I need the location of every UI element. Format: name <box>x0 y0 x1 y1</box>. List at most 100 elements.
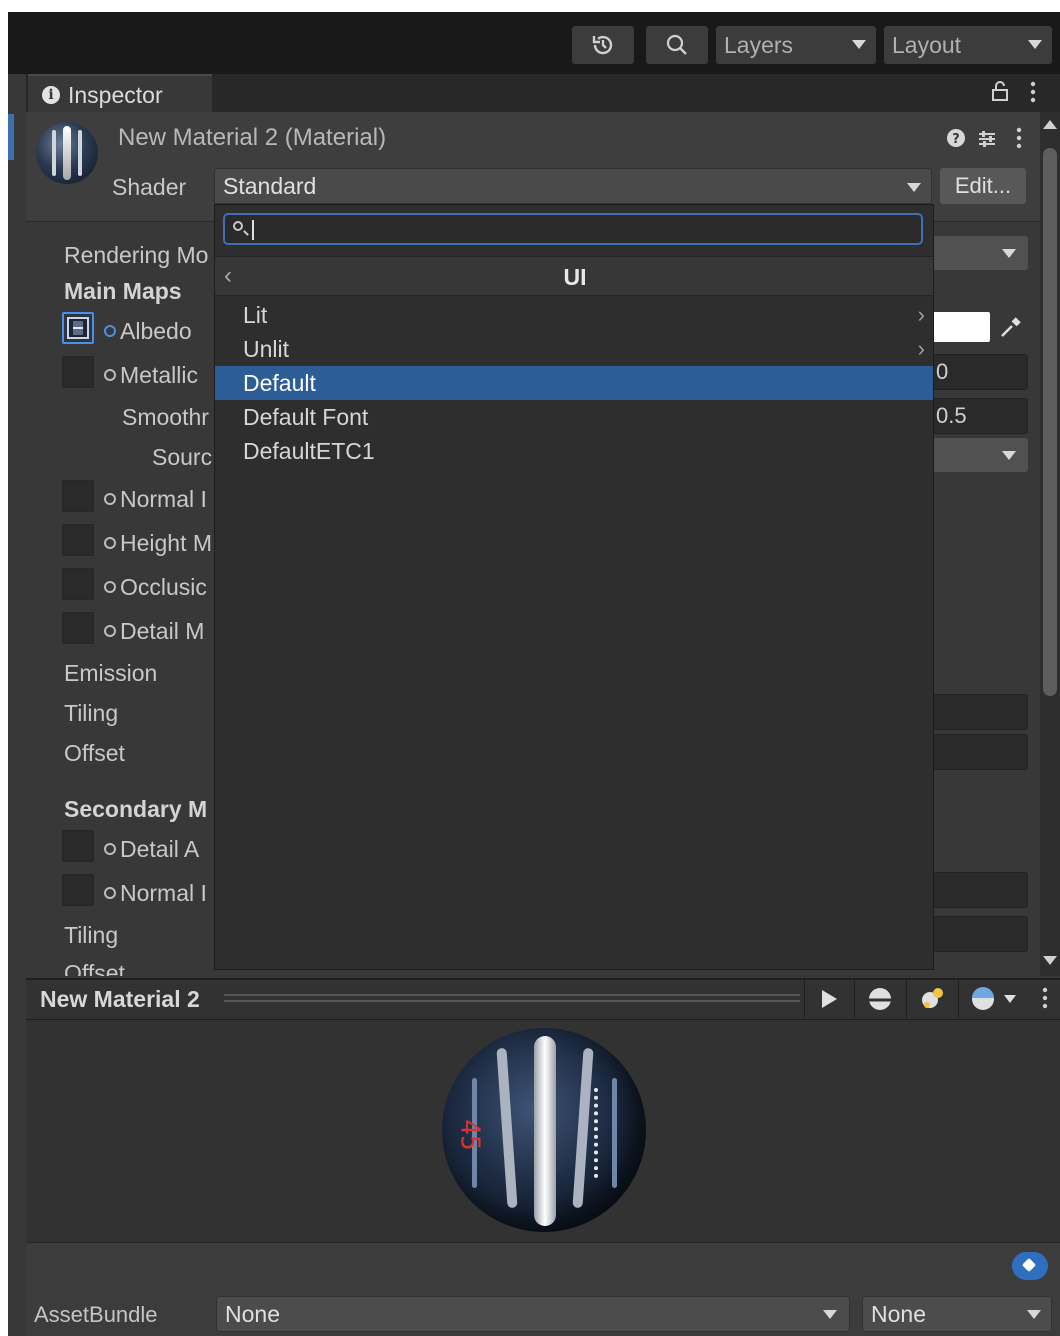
layers-dropdown[interactable]: Layers <box>716 26 876 64</box>
preview-background-dropdown[interactable] <box>964 984 1022 1014</box>
tab-inspector[interactable]: i Inspector <box>28 74 212 114</box>
secondary-normal-picker-icon[interactable] <box>104 887 116 899</box>
preview-mesh-button[interactable] <box>862 984 898 1014</box>
tag-icon[interactable] <box>1012 1252 1048 1280</box>
shader-search-input[interactable] <box>223 213 923 245</box>
smoothness-value-field[interactable]: 0.5 <box>932 398 1028 434</box>
detail-mask-text: Detail M <box>120 618 205 644</box>
offset-field[interactable] <box>932 734 1028 770</box>
preview-drag-handle[interactable] <box>224 994 800 1002</box>
normal-picker-icon[interactable] <box>104 493 116 505</box>
component-menu-icon[interactable] <box>1014 126 1024 156</box>
albedo-texture-slot[interactable] <box>62 312 94 344</box>
source-dropdown[interactable] <box>932 438 1028 472</box>
preview-light-button[interactable] <box>914 984 950 1014</box>
play-button[interactable] <box>812 984 846 1014</box>
assetbundle-dropdown[interactable]: None <box>216 1296 850 1332</box>
metallic-texture-slot[interactable] <box>62 356 94 388</box>
material-thumbnail <box>36 122 98 184</box>
sphere-icon <box>869 988 891 1010</box>
popup-item-defaultetc1[interactable]: DefaultETC1 <box>215 434 933 468</box>
assetbundle-label: AssetBundle <box>34 1302 158 1327</box>
secondary-normal-slot[interactable] <box>62 874 94 906</box>
secondary-normal-text: Normal I <box>120 880 207 906</box>
metallic-value-field[interactable]: 0 <box>932 354 1028 390</box>
popup-item-label: Default <box>243 369 316 396</box>
shader-dropdown[interactable]: Standard <box>214 168 932 204</box>
history-button[interactable] <box>572 26 634 64</box>
assetbundle-value: None <box>225 1300 280 1327</box>
offset-label: Offset <box>64 740 125 766</box>
eyedropper-icon[interactable] <box>998 314 1024 346</box>
assetbundle-variant-dropdown[interactable]: None <box>862 1296 1052 1332</box>
preview-separator <box>906 980 907 1018</box>
smoothness-label: Smoothr <box>122 404 209 430</box>
detail-mask-picker-icon[interactable] <box>104 625 116 637</box>
play-icon <box>822 990 837 1008</box>
svg-text:?: ? <box>952 132 960 147</box>
height-map-label: Height M <box>104 530 212 557</box>
presets-icon[interactable] <box>976 128 998 156</box>
albedo-picker-icon[interactable] <box>104 325 116 337</box>
detail-albedo-text: Detail A <box>120 836 200 862</box>
occlusion-picker-icon[interactable] <box>104 581 116 593</box>
normal-map-label: Normal I <box>104 486 207 513</box>
lights-icon <box>922 988 943 1008</box>
source-label: Sourc <box>152 444 213 470</box>
tiling-label: Tiling <box>64 700 119 726</box>
sky-sphere-icon <box>972 987 994 1010</box>
popup-item-label: Lit <box>243 301 268 328</box>
chevron-down-icon <box>1027 1310 1041 1319</box>
shader-label: Shader <box>112 174 187 200</box>
popup-item-unlit[interactable]: Unlit › <box>215 332 933 366</box>
info-icon: i <box>42 86 60 104</box>
preview-title: New Material 2 <box>40 986 200 1012</box>
search-button[interactable] <box>646 26 708 64</box>
tiling-field[interactable] <box>932 694 1028 730</box>
metallic-text: Metallic <box>120 362 198 388</box>
layers-label: Layers <box>724 31 794 58</box>
normal-map-slot[interactable] <box>62 480 94 512</box>
detail-albedo-label: Detail A <box>104 836 199 863</box>
material-title: New Material 2 (Material) <box>118 124 387 151</box>
edit-shader-button[interactable]: Edit... <box>940 168 1026 204</box>
secondary-maps-heading: Secondary M <box>64 796 208 822</box>
albedo-label: Albedo <box>104 318 192 345</box>
occlusion-slot[interactable] <box>62 568 94 600</box>
chevron-down-icon <box>823 1310 837 1319</box>
shader-value: Standard <box>223 172 317 199</box>
height-map-slot[interactable] <box>62 524 94 556</box>
detail-mask-slot[interactable] <box>62 612 94 644</box>
lock-icon[interactable] <box>990 80 1010 108</box>
popup-item-default-font[interactable]: Default Font <box>215 400 933 434</box>
normal-map-text: Normal I <box>120 486 207 512</box>
chevron-down-icon <box>852 40 866 49</box>
back-arrow-icon[interactable]: ‹ <box>224 262 232 290</box>
height-picker-icon[interactable] <box>104 537 116 549</box>
scrollbar-thumb[interactable] <box>1043 148 1057 696</box>
secondary-tiling-label: Tiling <box>64 922 119 948</box>
detail-albedo-picker-icon[interactable] <box>104 843 116 855</box>
tab-menu-icon[interactable] <box>1028 80 1038 110</box>
layout-dropdown[interactable]: Layout <box>884 26 1052 64</box>
chevron-down-icon <box>1002 249 1016 258</box>
rendering-mode-dropdown[interactable] <box>932 236 1028 270</box>
popup-item-label: DefaultETC1 <box>243 437 375 464</box>
help-icon[interactable]: ? <box>946 128 966 154</box>
tab-inspector-label: Inspector <box>68 81 163 108</box>
popup-item-lit[interactable]: Lit › <box>215 298 933 332</box>
assetbundle-variant-value: None <box>871 1300 926 1327</box>
secondary-tiling-field[interactable] <box>932 916 1028 952</box>
chevron-down-icon <box>1004 995 1016 1003</box>
chevron-down-icon <box>907 183 921 192</box>
metallic-picker-icon[interactable] <box>104 369 116 381</box>
preview-menu-icon[interactable] <box>1040 986 1050 1016</box>
detail-albedo-slot[interactable] <box>62 830 94 862</box>
secondary-offset-label: Offset <box>64 960 125 976</box>
albedo-color-swatch[interactable] <box>932 312 990 342</box>
scroll-up-icon[interactable] <box>1043 120 1057 129</box>
popup-item-default[interactable]: Default <box>215 366 933 400</box>
scroll-down-icon[interactable] <box>1043 956 1057 965</box>
secondary-normal-field[interactable] <box>932 872 1028 908</box>
popup-item-label: Default Font <box>243 403 369 430</box>
